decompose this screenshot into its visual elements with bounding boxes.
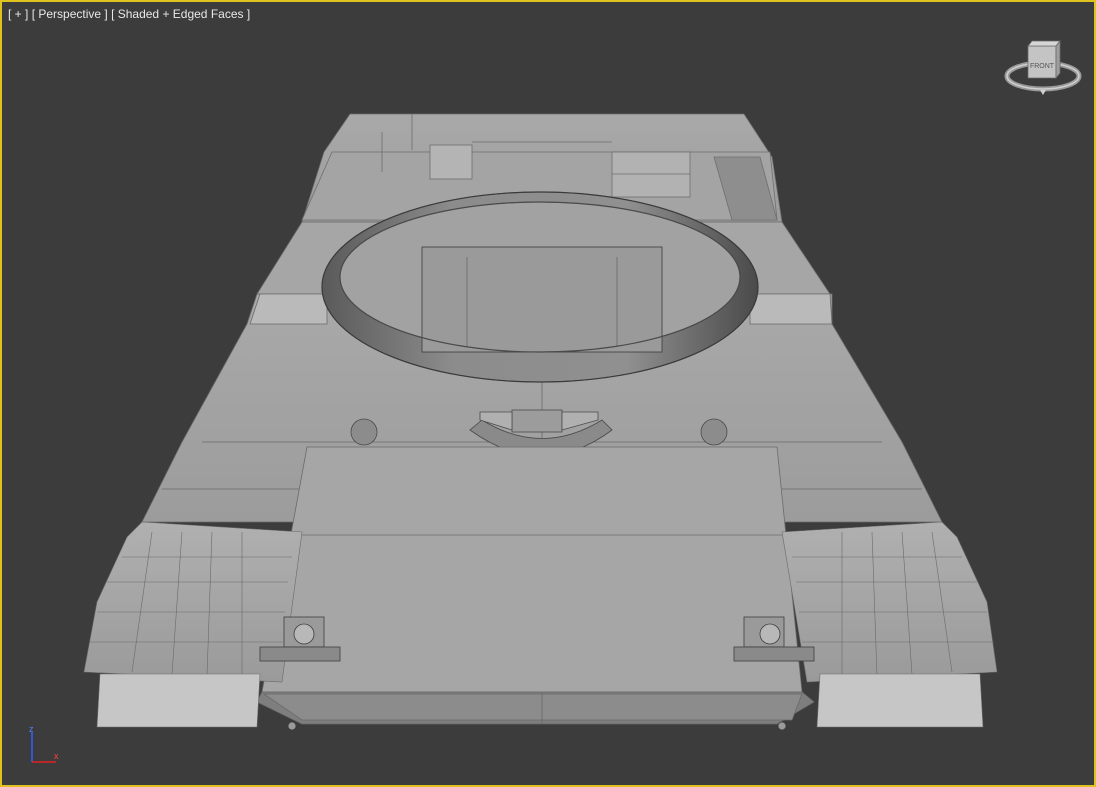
turret-ring bbox=[321, 191, 759, 383]
right-fender bbox=[781, 521, 998, 728]
perspective-viewport[interactable]: [ + ] [ Perspective ] [ Shaded + Edged F… bbox=[0, 0, 1096, 787]
tank-hull-model[interactable] bbox=[2, 2, 1096, 787]
axis-x-label: x bbox=[54, 751, 59, 761]
axis-z-label: z bbox=[29, 724, 34, 734]
viewcube-icon[interactable]: FRONT bbox=[1002, 38, 1084, 100]
viewcube-face-label: FRONT bbox=[1030, 63, 1055, 70]
glacis-plate bbox=[256, 446, 815, 725]
axis-tripod-icon: z x bbox=[29, 724, 59, 763]
